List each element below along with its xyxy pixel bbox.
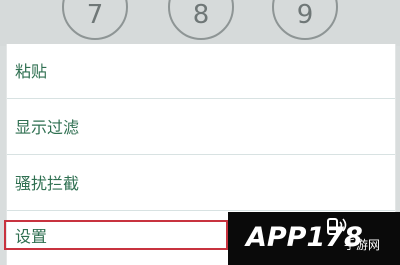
menu-item-label: 骚扰拦截 — [15, 174, 80, 193]
menu-divider — [7, 210, 395, 211]
dial-key-9[interactable]: 9 — [272, 0, 338, 40]
watermark-suffix: 手游网 — [344, 238, 381, 252]
menu-item-harassment-block[interactable]: 骚扰拦截 — [7, 156, 395, 211]
dial-key-7[interactable]: 7 — [62, 0, 128, 40]
screenshot: 7 8 9 粘贴 显示过滤 骚扰拦截 设置 APP178 手游网 — [0, 0, 400, 265]
watermark: APP178 手游网 — [228, 212, 400, 265]
menu-item-label: 显示过滤 — [15, 118, 80, 137]
menu-item-label: 设置 — [15, 227, 48, 246]
dial-key-8[interactable]: 8 — [168, 0, 234, 40]
menu-divider — [7, 154, 395, 155]
menu-item-label: 粘贴 — [15, 62, 48, 81]
dialpad-background: 7 8 9 — [0, 0, 400, 46]
menu-divider — [7, 98, 395, 99]
menu-item-display-filter[interactable]: 显示过滤 — [7, 100, 395, 155]
menu-item-paste[interactable]: 粘贴 — [7, 44, 395, 99]
phone-signal-icon — [327, 218, 347, 235]
